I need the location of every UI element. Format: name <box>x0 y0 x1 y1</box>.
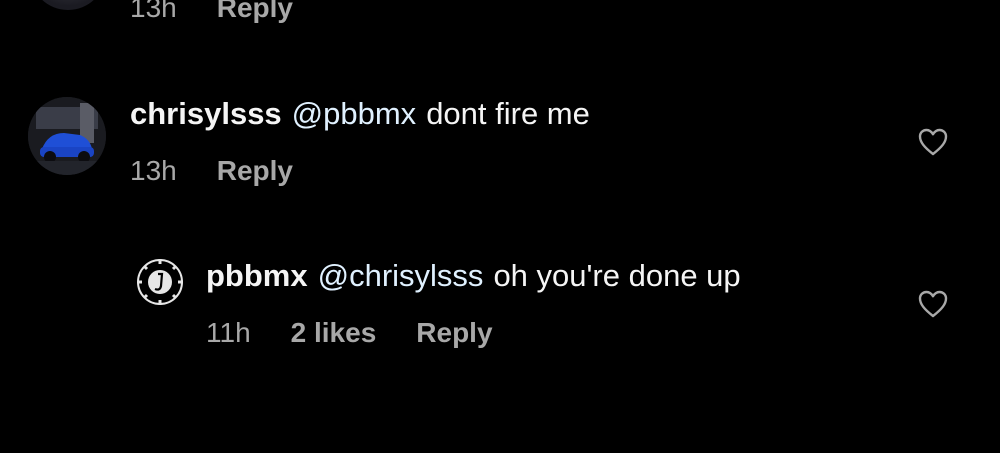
comment-body: chrisylsss @pbbmx dont fire me <box>130 98 590 129</box>
comment-username[interactable]: chrisylsss <box>130 96 282 131</box>
reply-mention[interactable]: @chrisylsss <box>318 258 484 293</box>
pbbmx-gear-logo-icon <box>135 257 185 307</box>
previous-comment-time: 13h <box>130 0 177 23</box>
reply-meta: 11h 2 likes Reply <box>206 317 493 349</box>
comment-text: dont fire me <box>426 96 590 131</box>
reply-button[interactable]: Reply <box>217 155 293 187</box>
like-heart-icon[interactable] <box>918 128 948 156</box>
reply-body: pbbmx @chrisylsss oh you're done up <box>206 260 741 291</box>
comment-mention[interactable]: @pbbmx <box>292 96 417 131</box>
reply-username[interactable]: pbbmx <box>206 258 308 293</box>
reply-reply-button[interactable]: Reply <box>416 317 492 349</box>
reply-like-heart-icon[interactable] <box>918 290 948 318</box>
pbbmx-avatar[interactable] <box>134 256 186 308</box>
reply-likes-count[interactable]: 2 likes <box>291 317 377 349</box>
reply-text: oh you're done up <box>493 258 741 293</box>
comment-time: 13h <box>130 155 177 186</box>
previous-comment-avatar[interactable] <box>30 0 106 10</box>
previous-comment-meta: 13h Reply <box>130 0 293 24</box>
reply-time: 11h <box>206 317 251 348</box>
blue-car-avatar-icon <box>28 97 106 175</box>
previous-comment-reply-button[interactable]: Reply <box>217 0 293 24</box>
comment-meta: 13h Reply <box>130 155 293 187</box>
chrisylsss-avatar[interactable] <box>28 97 106 175</box>
